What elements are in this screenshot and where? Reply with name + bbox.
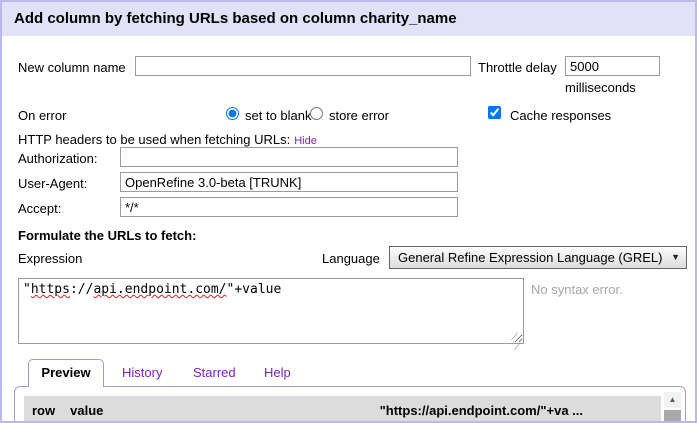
accept-header-label: Accept: xyxy=(18,201,61,217)
formulate-urls-label: Formulate the URLs to fetch: xyxy=(18,228,196,244)
on-error-store-error-radio[interactable] xyxy=(310,107,323,120)
syntax-status-text: No syntax error. xyxy=(531,282,623,298)
on-error-set-to-blank-radio[interactable] xyxy=(226,107,239,120)
accept-header-input[interactable] xyxy=(120,197,458,217)
store-error-label[interactable]: store error xyxy=(329,108,389,124)
user-agent-header-input[interactable] xyxy=(120,172,458,192)
tab-starred[interactable]: Starred xyxy=(193,365,236,381)
on-error-label: On error xyxy=(18,108,66,124)
column-header-row: row xyxy=(32,403,55,418)
column-header-value: value xyxy=(70,403,103,418)
scrollbar-up-arrow-icon[interactable]: ▲ xyxy=(664,392,681,408)
preview-panel: row value "https://api.endpoint.com/"+va… xyxy=(14,386,686,423)
new-column-name-label: New column name xyxy=(18,60,126,76)
http-headers-label: HTTP headers to be used when fetching UR… xyxy=(18,132,317,148)
dialog-title: Add column by fetching URLs based on col… xyxy=(2,2,695,36)
cache-responses-checkbox[interactable] xyxy=(488,106,501,119)
throttle-delay-input[interactable] xyxy=(565,56,660,76)
tab-history[interactable]: History xyxy=(122,365,162,381)
preview-table-header-row: row value "https://api.endpoint.com/"+va… xyxy=(24,396,661,423)
expression-label: Expression xyxy=(18,251,82,267)
scrollbar-thumb[interactable] xyxy=(664,410,681,423)
authorization-header-label: Authorization: xyxy=(18,151,98,167)
authorization-header-input[interactable] xyxy=(120,147,458,167)
tab-preview[interactable]: Preview xyxy=(28,359,104,387)
language-select-value: General Refine Expression Language (GREL… xyxy=(398,247,662,268)
add-column-by-fetching-urls-dialog: Add column by fetching URLs based on col… xyxy=(0,0,697,423)
select-dropdown-arrow-icon: ▼ xyxy=(671,247,680,268)
column-header-expression: "https://api.endpoint.com/"+va ... xyxy=(380,403,583,418)
cache-responses-label[interactable]: Cache responses xyxy=(510,108,611,124)
preview-scrollbar[interactable]: ▲ xyxy=(664,392,681,423)
language-select[interactable]: General Refine Expression Language (GREL… xyxy=(389,246,687,269)
new-column-name-input[interactable] xyxy=(135,56,471,76)
set-to-blank-label[interactable]: set to blank xyxy=(245,108,312,124)
throttle-delay-label: Throttle delay xyxy=(478,60,557,76)
throttle-unit-label: milliseconds xyxy=(565,80,636,96)
language-label: Language xyxy=(322,251,380,267)
expression-textarea[interactable]: "https://api.endpoint.com/"+value xyxy=(18,278,524,344)
tab-help[interactable]: Help xyxy=(264,365,291,381)
user-agent-header-label: User-Agent: xyxy=(18,176,87,192)
